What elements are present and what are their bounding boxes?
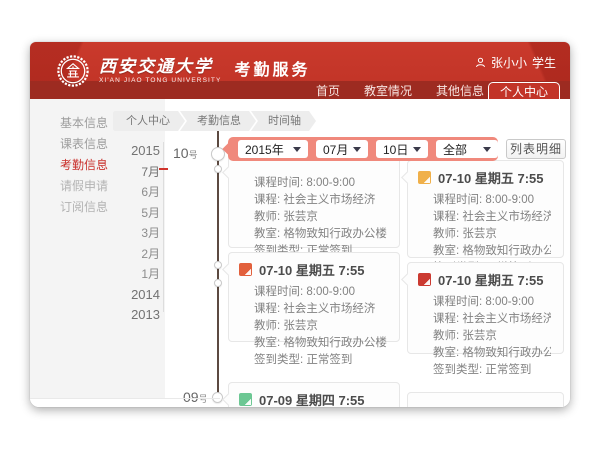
calendar-check-icon	[418, 171, 431, 184]
type-select[interactable]: 全部	[436, 140, 498, 158]
nav-item-home[interactable]: 首页	[316, 82, 340, 99]
brand-block: 西安交通大学 XI'AN JIAO TONG UNIVERSITY 考勤服务	[56, 54, 310, 88]
day-select-value: 10日	[383, 141, 408, 158]
breadcrumb-attendance-info[interactable]: 考勤信息	[180, 111, 256, 131]
calendar-check-icon	[239, 393, 252, 406]
date-filter-bar: 2015年 07月 10日 全部	[228, 137, 498, 161]
attendance-card: 07-10 星期五 7:55 课程时间: 8:00-9:00 课程: 社会主义市…	[407, 160, 564, 258]
timeline-node	[214, 279, 222, 287]
teacher-field: 教师: 张芸京	[433, 328, 551, 345]
attendance-card: 课程时间: 8:00-9:00 课程: 社会主义市场经济 教师: 张芸京 教室:…	[228, 155, 400, 248]
timeline-node	[214, 165, 222, 173]
month-select-value: 07月	[323, 141, 348, 158]
university-name-en: XI'AN JIAO TONG UNIVERSITY	[99, 77, 221, 84]
timeline-node	[214, 261, 222, 269]
active-month-marker	[159, 168, 168, 170]
course-field: 课程: 社会主义市场经济	[433, 311, 551, 328]
classroom-field: 教室: 格物致知行政办公楼	[433, 243, 551, 260]
calendar-check-icon	[418, 273, 431, 286]
year-select[interactable]: 2015年	[238, 140, 308, 158]
timeline-year-2015[interactable]: 2015	[70, 141, 160, 162]
chevron-down-icon	[483, 147, 491, 152]
timeline-month-march[interactable]: 3月	[70, 223, 160, 244]
teacher-field: 教师: 张芸京	[254, 209, 387, 226]
university-logo-icon	[56, 54, 90, 88]
calendar-check-icon	[239, 263, 252, 276]
attendance-card: 07-10 星期五 7:55 课程时间: 8:00-9:00 课程: 社会主义市…	[228, 252, 400, 342]
timeline-month-february[interactable]: 2月	[70, 244, 160, 265]
timeline-year-2013[interactable]: 2013	[70, 305, 160, 326]
breadcrumb-personal-center[interactable]: 个人中心	[113, 111, 185, 131]
nav-item-classrooms[interactable]: 教室情况	[364, 82, 412, 99]
timeline-year-nav: 2015 7月 6月 5月 3月 2月 1月 2014 2013	[70, 141, 160, 326]
course-field: 课程: 社会主义市场经济	[254, 192, 387, 209]
user-name: 张小小	[491, 54, 527, 71]
course-time-field: 课程时间: 8:00-9:00	[433, 192, 551, 209]
classroom-field: 教室: 格物致知行政办公楼	[254, 335, 387, 352]
month-select[interactable]: 07月	[316, 140, 368, 158]
card-date: 07-09 星期四 7:55	[259, 390, 365, 407]
signin-type-field: 签到类型: 正常签到	[254, 352, 387, 369]
course-field: 课程: 社会主义市场经济	[433, 209, 551, 226]
user-account[interactable]: 张小小 学生	[475, 54, 556, 71]
main-nav: 首页 教室情况 其他信息	[316, 81, 484, 99]
list-detail-button[interactable]: 列表明细	[506, 139, 566, 159]
person-icon	[475, 57, 486, 68]
attendance-card	[407, 392, 564, 407]
card-date: 07-10 星期五 7:55	[259, 260, 365, 279]
course-time-field: 课程时间: 8:00-9:00	[433, 294, 551, 311]
timeline-month-january[interactable]: 1月	[70, 264, 160, 285]
day-select[interactable]: 10日	[376, 140, 428, 158]
teacher-field: 教师: 张芸京	[433, 226, 551, 243]
timeline-year-2014[interactable]: 2014	[70, 285, 160, 306]
type-select-value: 全部	[443, 141, 467, 158]
nav-item-other-info[interactable]: 其他信息	[436, 82, 484, 99]
day-suffix: 号	[189, 150, 198, 160]
course-time-field: 课程时间: 8:00-9:00	[254, 175, 387, 192]
signin-type-field: 签到类型: 正常签到	[433, 362, 551, 379]
breadcrumb-timeline[interactable]: 时间轴	[251, 111, 316, 131]
timeline-month-june[interactable]: 6月	[70, 182, 160, 203]
day-number: 10	[173, 145, 189, 161]
teacher-field: 教师: 张芸京	[254, 318, 387, 335]
day-marker-10: 10号	[173, 145, 198, 163]
card-date: 07-10 星期五 7:55	[438, 270, 544, 289]
app-window: 西安交通大学 XI'AN JIAO TONG UNIVERSITY 考勤服务 张…	[30, 42, 570, 407]
course-field: 课程: 社会主义市场经济	[254, 301, 387, 318]
day-number: 09	[183, 389, 199, 405]
timeline-month-may[interactable]: 5月	[70, 203, 160, 224]
university-name-cn: 西安交通大学	[99, 58, 221, 77]
day-suffix: 号	[199, 394, 208, 404]
year-select-value: 2015年	[245, 141, 284, 158]
nav-tab-personal-center[interactable]: 个人中心	[488, 82, 560, 99]
attendance-card: 07-09 星期四 7:55	[228, 382, 400, 407]
chevron-down-icon	[353, 147, 361, 152]
chevron-down-icon	[293, 147, 301, 152]
chevron-down-icon	[413, 147, 421, 152]
content-bottom-divider	[30, 398, 220, 399]
classroom-field: 教室: 格物致知行政办公楼	[433, 345, 551, 362]
course-time-field: 课程时间: 8:00-9:00	[254, 284, 387, 301]
card-date: 07-10 星期五 7:55	[438, 168, 544, 187]
classroom-field: 教室: 格物致知行政办公楼	[254, 226, 387, 243]
breadcrumb: 个人中心 考勤信息 时间轴	[113, 111, 316, 131]
attendance-card: 07-10 星期五 7:55 课程时间: 8:00-9:00 课程: 社会主义市…	[407, 262, 564, 354]
app-title: 考勤服务	[234, 56, 310, 86]
content-area: 基本信息 课表信息 考勤信息 请假申请 订阅信息 个人中心 考勤信息 时间轴 2…	[30, 99, 570, 407]
user-role: 学生	[532, 54, 556, 71]
timeline-month-july[interactable]: 7月	[70, 162, 160, 183]
